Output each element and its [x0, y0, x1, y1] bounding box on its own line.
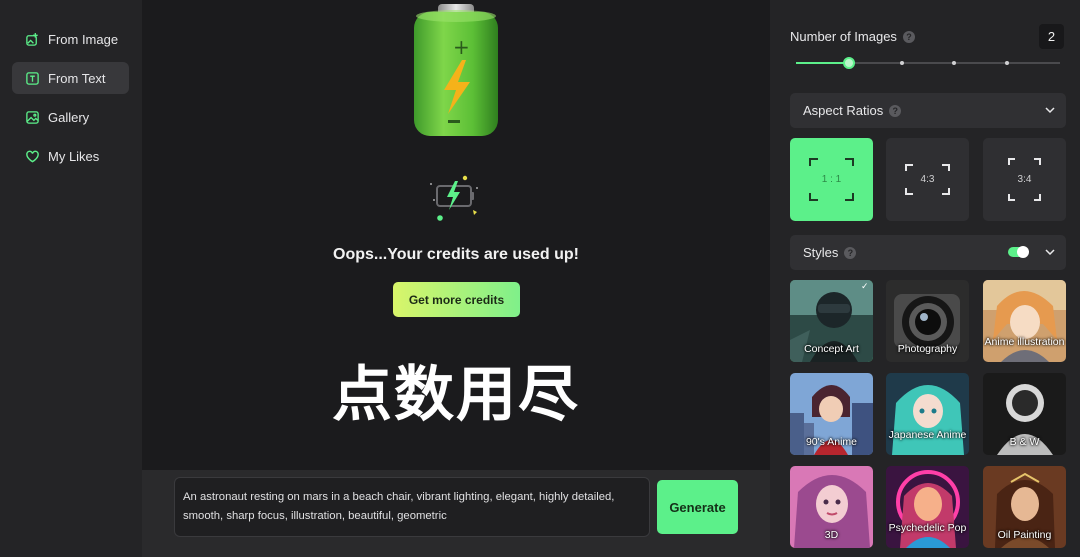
credits-empty-state: + Oops...Your credits are used up! Get m… — [142, 0, 770, 470]
svg-text:+: + — [453, 35, 470, 59]
ratio-option-3-4[interactable]: 3:4 — [983, 138, 1066, 221]
main-area: + Oops...Your credits are used up! Get m… — [142, 0, 770, 557]
credits-used-up-message: Oops...Your credits are used up! — [333, 246, 579, 263]
gallery-icon — [25, 110, 40, 125]
battery-empty-icon: + — [414, 4, 498, 136]
style-card-photography[interactable]: Photography — [886, 280, 969, 362]
styles-header[interactable]: Styles ? — [790, 235, 1066, 270]
sidebar-item-my-likes[interactable]: My Likes — [12, 140, 129, 172]
sidebar-item-label: From Text — [48, 70, 106, 86]
style-label: Japanese Anime — [888, 429, 967, 441]
sidebar-item-label: From Image — [48, 31, 119, 47]
help-icon[interactable]: ? — [902, 30, 915, 43]
number-of-images-slider[interactable] — [796, 54, 1060, 72]
style-label: Concept Art — [804, 343, 859, 355]
sidebar-item-gallery[interactable]: Gallery — [12, 101, 129, 133]
style-card-90s-anime[interactable]: 90's Anime — [790, 373, 873, 455]
style-card-3d[interactable]: 3D — [790, 466, 873, 548]
aspect-ratios-header[interactable]: Aspect Ratios ? — [790, 93, 1066, 128]
settings-panel: Number of Images ? 2 Aspect Ratios ? 1 :… — [770, 0, 1080, 557]
sidebar-item-from-text[interactable]: From Text — [12, 62, 129, 94]
japanese-anime-thumbnail — [886, 373, 969, 455]
style-label: Psychedelic Pop — [888, 522, 967, 534]
selected-check-icon: ✓ — [861, 281, 869, 291]
image-plus-icon — [25, 32, 40, 47]
generate-button[interactable]: Generate — [657, 480, 738, 534]
slider-fill — [796, 62, 849, 64]
style-card-anime-illustration[interactable]: Anime illustration — [983, 280, 1066, 362]
battery-charge-icon — [430, 175, 478, 221]
number-of-images-text: Number of Images — [790, 29, 897, 44]
style-label: Photography — [897, 343, 958, 355]
styles-label: Styles — [803, 245, 839, 260]
help-icon[interactable]: ? — [889, 104, 902, 117]
style-card-japanese-anime[interactable]: Japanese Anime — [886, 373, 969, 455]
number-of-images-value: 2 — [1039, 24, 1064, 49]
prompt-input[interactable] — [174, 477, 650, 537]
number-of-images-label: Number of Images ? — [790, 29, 915, 44]
style-card-bw[interactable]: B & W — [983, 373, 1066, 455]
app-window: From Image From Text Gallery My Likes + … — [0, 0, 1080, 557]
anime-illustration-thumbnail — [983, 280, 1066, 362]
style-card-psychedelic-pop[interactable]: Psychedelic Pop — [886, 466, 969, 548]
sidebar: From Image From Text Gallery My Likes — [0, 0, 142, 557]
ratio-label: 3:4 — [1017, 174, 1032, 185]
style-card-oil-painting[interactable]: Oil Painting — [983, 466, 1066, 548]
style-card-concept-art[interactable]: ✓ Concept Art — [790, 280, 873, 362]
slider-thumb[interactable] — [842, 57, 855, 69]
get-more-credits-button[interactable]: Get more credits — [393, 282, 520, 317]
ratio-label: 4:3 — [920, 174, 935, 185]
style-label: 90's Anime — [805, 436, 858, 448]
help-icon[interactable]: ? — [844, 246, 857, 259]
style-label: Anime illustration — [984, 336, 1065, 348]
psychedelic-pop-thumbnail — [886, 466, 969, 548]
styles-toggle[interactable] — [1008, 246, 1029, 258]
sidebar-item-label: My Likes — [48, 148, 100, 164]
sidebar-item-from-image[interactable]: From Image — [12, 23, 129, 55]
style-label: 3D — [824, 529, 839, 541]
heart-icon — [25, 149, 40, 164]
overlay-caption: 点数用尽 — [332, 360, 580, 430]
slider-step-dot[interactable] — [952, 61, 957, 65]
ratio-label: 1 : 1 — [821, 174, 842, 185]
ratio-option-4-3[interactable]: 4:3 — [886, 138, 969, 221]
text-box-icon — [25, 71, 40, 86]
slider-step-dot[interactable] — [899, 61, 904, 65]
ratio-option-1-1[interactable]: 1 : 1 — [790, 138, 873, 221]
aspect-ratios-label: Aspect Ratios — [803, 103, 884, 118]
chevron-down-icon — [1045, 107, 1055, 114]
sidebar-item-label: Gallery — [48, 109, 90, 125]
style-label: Oil Painting — [997, 529, 1052, 541]
prompt-bar: Generate — [142, 470, 770, 557]
slider-step-dot[interactable] — [1005, 61, 1010, 65]
chevron-down-icon — [1045, 249, 1055, 256]
style-label: B & W — [1009, 436, 1040, 448]
